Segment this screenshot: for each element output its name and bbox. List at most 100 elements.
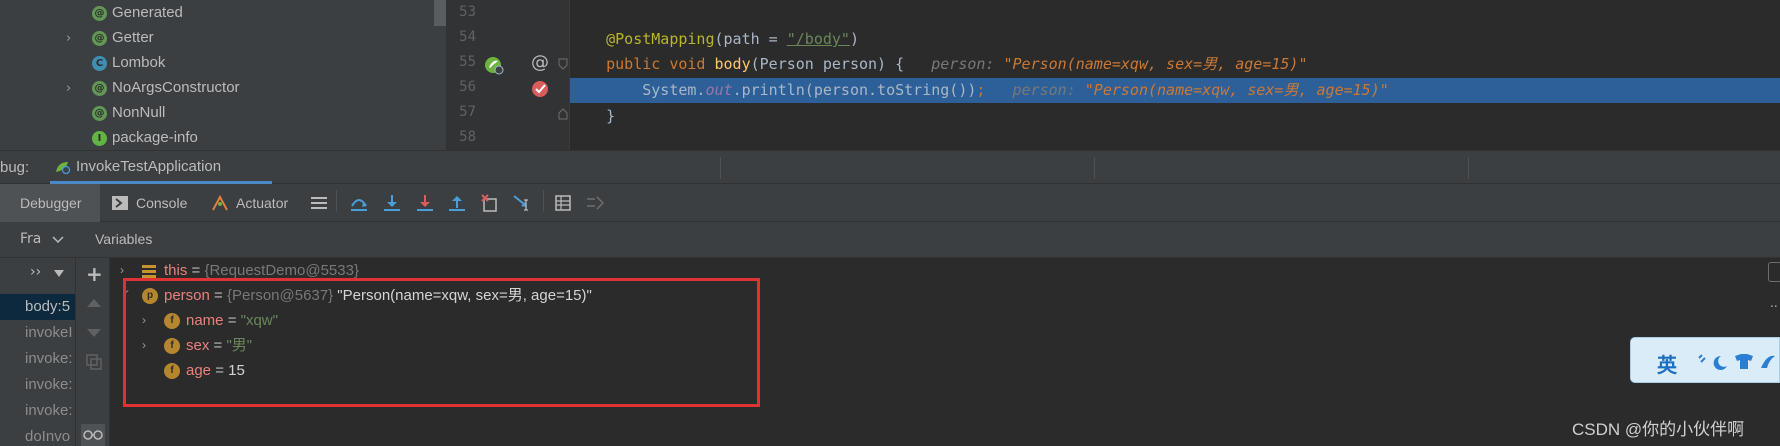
ime-language-label[interactable]: 英	[1657, 349, 1677, 378]
right-edge-widgets: ..	[1766, 258, 1780, 318]
code-token: body	[714, 55, 751, 73]
annotation-icon: @	[92, 6, 107, 21]
code-editor[interactable]: @PostMapping(path = "/body") public void…	[570, 0, 1780, 150]
line-number: 53	[459, 4, 476, 20]
move-up-icon[interactable]	[87, 298, 101, 308]
chevron-right-icon[interactable]: ›	[66, 32, 78, 46]
tab-label: Debugger	[20, 195, 82, 211]
step-out-icon[interactable]	[448, 194, 466, 212]
line-number: 56	[459, 79, 476, 95]
filter-down-icon[interactable]	[54, 270, 64, 278]
variables-header: Variables	[75, 222, 1780, 258]
code-token: (Person person) {	[750, 55, 932, 73]
project-tree: @ Generated › @ Getter C Lombok › @ NoAr…	[0, 0, 446, 150]
annotation-icon: @	[92, 81, 107, 96]
collapse-panel-icon[interactable]	[1768, 262, 1780, 282]
drop-frame-icon[interactable]	[481, 194, 499, 212]
copy-icon[interactable]	[86, 354, 102, 370]
spring-endpoint-icon[interactable]	[484, 55, 504, 75]
move-down-icon[interactable]	[87, 328, 101, 338]
step-into-icon[interactable]	[383, 194, 401, 212]
interface-icon: I	[92, 131, 107, 146]
debug-label: bug:	[0, 159, 30, 176]
code-token: public void	[606, 55, 715, 73]
tree-scrollbar[interactable]	[434, 0, 446, 26]
tab-console[interactable]: Console	[112, 184, 187, 222]
line-number: 57	[459, 104, 476, 120]
code-token: out	[705, 81, 733, 99]
layout-menu-icon[interactable]	[310, 194, 328, 212]
divider	[543, 190, 544, 212]
chevron-down-icon[interactable]	[52, 235, 64, 245]
more-icon[interactable]: ››	[30, 264, 41, 280]
tab-actuator[interactable]: Actuator	[212, 184, 288, 222]
highlight-annotation-box	[123, 278, 760, 407]
ime-toolbar[interactable]: 英	[1630, 337, 1780, 383]
fold-icon[interactable]	[558, 58, 568, 70]
evaluate-expression-icon[interactable]	[554, 194, 572, 212]
debugger-toolbar: Debugger Console Actuator	[0, 184, 1780, 222]
annotation-marker-icon[interactable]: @	[531, 52, 549, 73]
frame-item[interactable]: body:5	[0, 294, 75, 320]
annotation-icon: @	[92, 106, 107, 121]
code-token: )	[849, 30, 859, 48]
variable-name: this	[164, 262, 188, 279]
divider	[1094, 157, 1095, 179]
divider	[720, 157, 721, 179]
tab-debugger[interactable]: Debugger	[0, 184, 100, 222]
glasses-icon	[83, 430, 103, 440]
run-to-cursor-icon[interactable]	[513, 194, 531, 212]
fold-icon[interactable]	[558, 108, 568, 120]
tab-invoke-test-application[interactable]: InvokeTestApplication	[50, 151, 272, 184]
add-watch-icon[interactable]: +	[86, 262, 103, 286]
tab-label: InvokeTestApplication	[76, 158, 222, 175]
code-token: "Person(name=xqw, sex=男, age=15)"	[1003, 55, 1308, 73]
trace-stream-icon[interactable]	[586, 194, 604, 212]
frame-item[interactable]: invoke:	[0, 372, 75, 398]
variables-side-toolbar: +	[75, 258, 110, 446]
force-step-into-icon[interactable]	[416, 194, 434, 212]
more-icon[interactable]: ..	[1770, 296, 1778, 310]
frames-title: Fra	[20, 231, 42, 247]
code-token: "/body"	[786, 30, 850, 48]
frame-item[interactable]: invoke:	[0, 398, 75, 424]
spring-run-icon	[56, 162, 70, 174]
frame-item[interactable]: invoke:	[0, 346, 75, 372]
breakpoint-icon[interactable]	[530, 79, 550, 99]
line-number: 54	[459, 29, 476, 45]
step-over-icon[interactable]	[350, 194, 368, 212]
tree-item-label: Getter	[112, 29, 154, 46]
tree-item-label: Generated	[112, 4, 183, 21]
code-token: @PostMapping	[606, 30, 715, 48]
watches-toggle[interactable]	[81, 424, 105, 446]
variables-title: Variables	[95, 231, 153, 247]
watermark: CSDN @你的小伙伴啊	[1572, 420, 1745, 439]
divider	[336, 190, 337, 212]
divider	[1468, 157, 1469, 179]
ime-tools-icon[interactable]	[1697, 352, 1777, 372]
code-token: "Person(name=xqw, sex=男, age=15)"	[1084, 81, 1389, 99]
frame-item[interactable]: invokeI	[0, 320, 75, 346]
frames-list: ›› body:5 invokeI invoke: invoke: invoke…	[0, 258, 75, 446]
frame-item[interactable]: doInvo	[0, 424, 75, 446]
debug-tool-window-header: bug: InvokeTestApplication	[0, 150, 1780, 184]
tree-item-label: NoArgsConstructor	[112, 79, 240, 96]
code-line: @PostMapping(path = "/body")	[570, 27, 1780, 52]
code-token: ;	[976, 81, 1013, 99]
class-icon: C	[92, 56, 107, 71]
line-number: 55	[459, 54, 476, 70]
code-line: public void body(Person person) { person…	[570, 52, 1780, 77]
chevron-right-icon[interactable]: ›	[66, 82, 78, 96]
editor-gutter: 53 54 55 56 57 58 @	[446, 0, 570, 150]
code-token: System.	[570, 81, 706, 99]
annotation-icon: @	[92, 31, 107, 46]
code-line: }	[570, 104, 1780, 129]
code-line-current: System.out.println(person.toString()); p…	[570, 78, 1780, 103]
code-token: person:	[1012, 81, 1085, 99]
frames-header: Fra	[0, 222, 75, 258]
tab-label: Console	[136, 195, 188, 211]
